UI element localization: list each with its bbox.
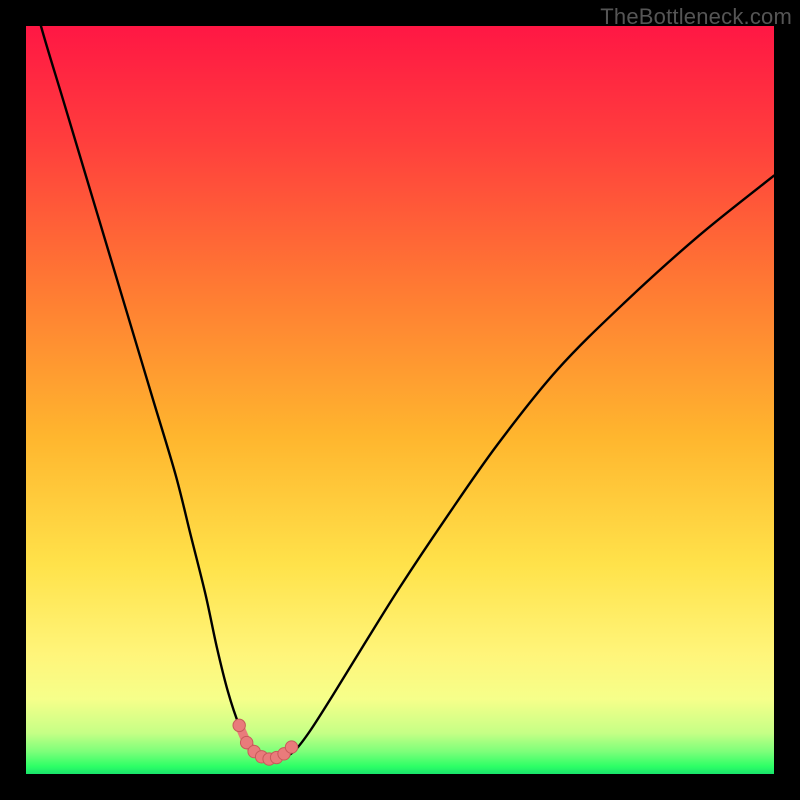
plot-svg — [26, 26, 774, 774]
marker-dot-0 — [233, 719, 245, 731]
watermark-text: TheBottleneck.com — [600, 4, 792, 30]
chart-frame: TheBottleneck.com — [0, 0, 800, 800]
marker-dot-7 — [285, 741, 297, 753]
plot-area — [26, 26, 774, 774]
gradient-background — [26, 26, 774, 774]
